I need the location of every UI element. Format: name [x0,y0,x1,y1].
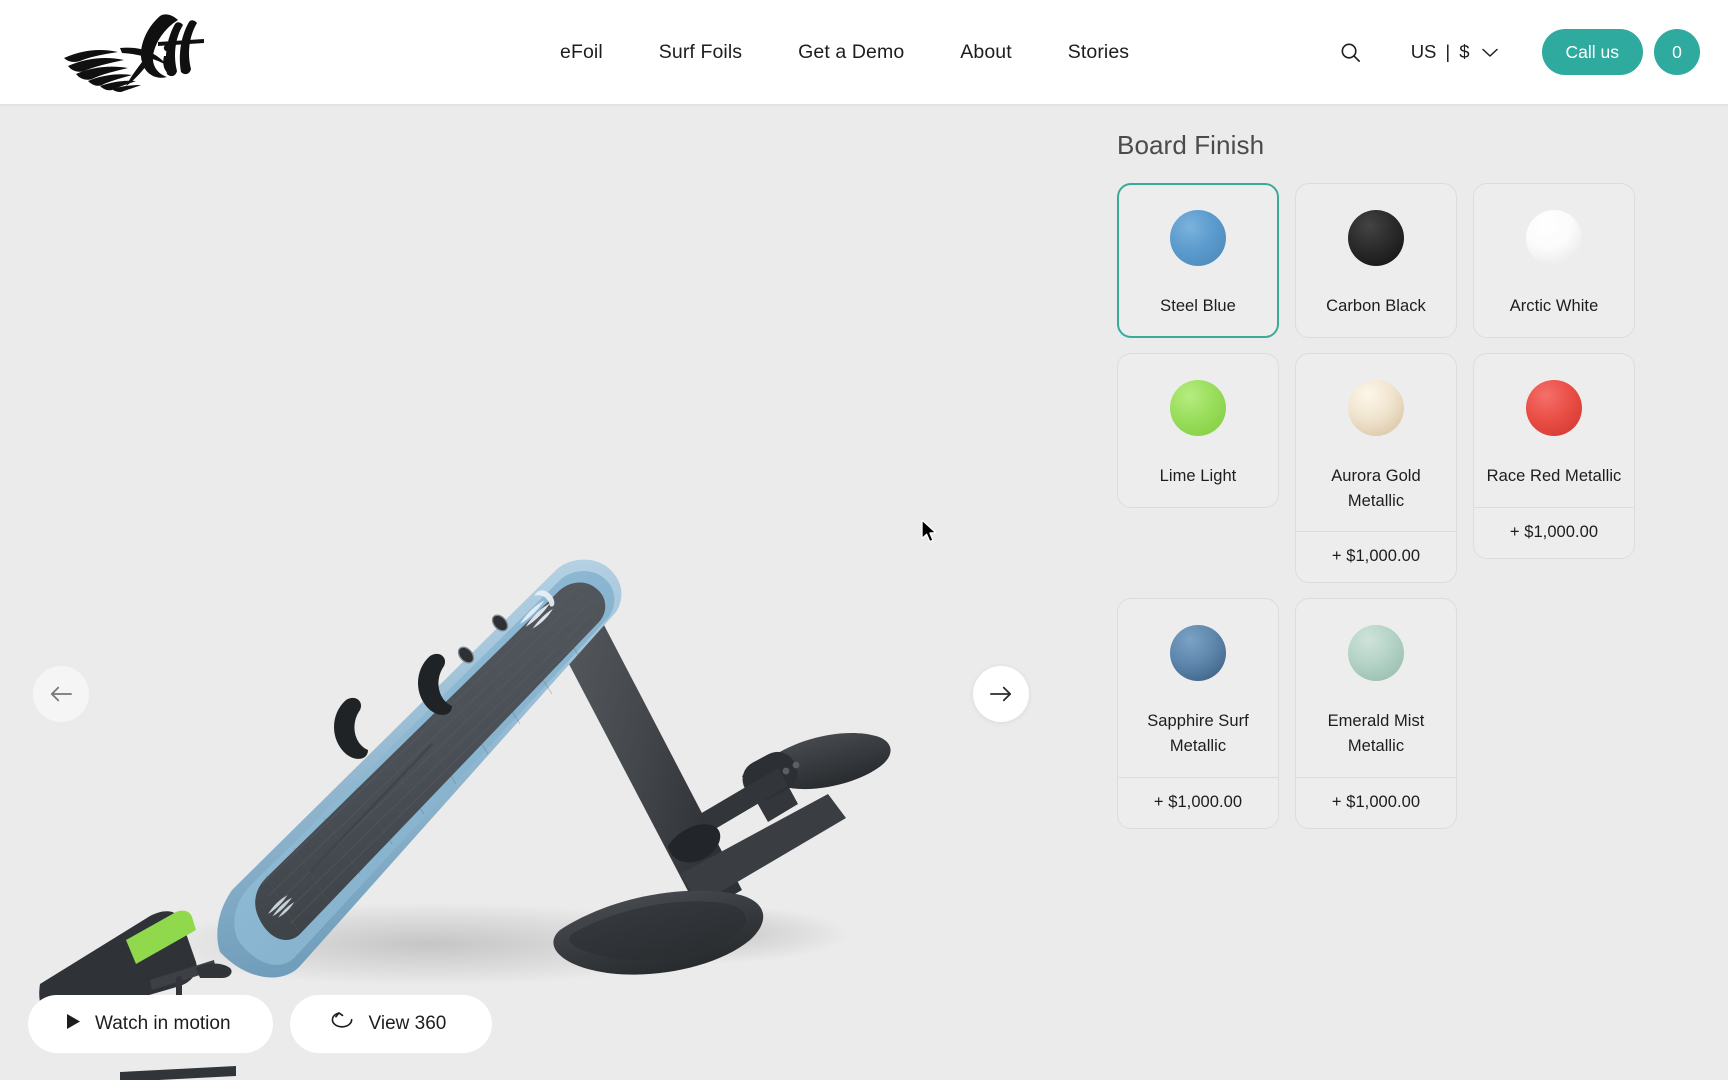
finish-swatch-wrap [1526,210,1582,266]
product-image [0,104,1080,1080]
play-icon [66,1013,81,1036]
call-us-button[interactable]: Call us [1541,29,1643,75]
finish-swatch-wrap [1348,379,1404,436]
finish-option-sapphire-surf-metallic[interactable]: Sapphire Surf Metallic + $1,000.00 [1117,598,1279,829]
rotate-360-icon [330,1011,355,1037]
header-divider [0,104,1728,107]
main-nav: eFoil Surf Foils Get a Demo About Storie… [560,0,1129,104]
finish-option-body: Steel Blue [1119,185,1277,336]
finish-option-label: Lime Light [1159,466,1237,485]
color-swatch-emerald-mist-metallic [1348,625,1404,682]
chevron-down-icon [1481,41,1498,63]
nav-link-about[interactable]: About [960,31,1011,74]
board-finish-options: Steel Blue Carbon Black Arctic White Lim… [1117,183,1637,829]
finish-option-race-red-metallic[interactable]: Race Red Metallic + $1,000.00 [1473,352,1635,559]
view-360-button[interactable]: View 360 [289,995,493,1053]
gallery-next-button[interactable] [973,666,1029,722]
color-swatch-lime-light [1170,379,1226,436]
finish-swatch-wrap [1348,625,1404,682]
finish-swatch-wrap [1348,210,1404,266]
finish-swatch-wrap [1170,625,1226,682]
site-header: eFoil Surf Foils Get a Demo About Storie… [0,0,1728,104]
finish-option-price: + $1,000.00 [1296,531,1456,582]
color-swatch-steel-blue [1170,210,1226,266]
locale-separator: | [1445,41,1451,62]
finish-option-price: + $1,000.00 [1296,776,1456,828]
color-swatch-carbon-black [1348,210,1404,266]
finish-option-price: + $1,000.00 [1474,506,1634,558]
locale-currency-selector[interactable]: US | $ [1411,41,1498,63]
nav-link-get-a-demo[interactable]: Get a Demo [798,31,904,74]
gallery-prev-button[interactable] [33,666,89,722]
finish-option-body: Sapphire Surf Metallic [1118,599,1278,777]
finish-option-body: Aurora Gold Metallic [1296,354,1456,532]
finish-option-steel-blue[interactable]: Steel Blue [1117,183,1279,338]
color-swatch-race-red-metallic [1526,379,1582,436]
color-swatch-arctic-white [1526,210,1582,266]
product-gallery: Watch in motion View 360 [0,104,1080,1080]
cart-button[interactable]: 0 [1654,29,1700,75]
gallery-actions: Watch in motion View 360 [28,995,493,1053]
finish-option-body: Emerald Mist Metallic [1296,599,1456,777]
lift-logo[interactable] [34,4,210,92]
watch-in-motion-button[interactable]: Watch in motion [28,995,273,1053]
view-360-label: View 360 [368,1013,447,1034]
finish-option-arctic-white[interactable]: Arctic White [1473,183,1635,338]
finish-option-lime-light[interactable]: Lime Light [1117,352,1279,508]
watch-in-motion-label: Watch in motion [95,1013,231,1034]
nav-link-surf-foils[interactable]: Surf Foils [659,31,742,74]
board-finish-panel: Board Finish Steel Blue Carbon Black Arc… [1080,104,1728,1080]
finish-option-body: Lime Light [1118,354,1278,507]
finish-option-label: Sapphire Surf Metallic [1147,712,1249,755]
header-actions: US | $ Call us 0 [1333,0,1700,104]
finish-swatch-wrap [1526,379,1582,436]
finish-option-price: + $1,000.00 [1118,776,1278,828]
nav-link-efoil[interactable]: eFoil [560,31,603,74]
finish-option-label: Aurora Gold Metallic [1331,466,1421,510]
product-configurator: Watch in motion View 360 Board Finish St… [0,104,1728,1080]
arrow-left-icon [50,686,72,702]
color-swatch-sapphire-surf-metallic [1170,625,1226,682]
finish-option-aurora-gold-metallic[interactable]: Aurora Gold Metallic + $1,000.00 [1295,352,1457,584]
finish-option-body: Arctic White [1474,184,1634,337]
nav-link-stories[interactable]: Stories [1068,31,1129,74]
finish-swatch-wrap [1170,210,1226,266]
finish-option-body: Carbon Black [1296,184,1456,337]
color-swatch-aurora-gold-metallic [1348,379,1404,436]
board-finish-title: Board Finish [1117,130,1265,160]
finish-option-label: Emerald Mist Metallic [1327,712,1425,755]
finish-swatch-wrap [1170,379,1226,436]
finish-option-carbon-black[interactable]: Carbon Black [1295,183,1457,338]
locale-currency: $ [1459,41,1470,62]
finish-option-label: Carbon Black [1326,297,1426,315]
finish-option-body: Race Red Metallic [1474,354,1634,507]
finish-option-label: Race Red Metallic [1486,466,1622,485]
locale-region: US [1410,41,1437,62]
finish-option-label: Steel Blue [1160,297,1236,315]
search-icon [1341,43,1361,62]
finish-option-label: Arctic White [1509,297,1599,315]
arrow-right-icon [990,686,1012,702]
search-button[interactable] [1333,34,1369,70]
finish-option-emerald-mist-metallic[interactable]: Emerald Mist Metallic + $1,000.00 [1295,598,1457,829]
lift-logo-icon [64,14,204,92]
efoil-product-illustration [39,559,891,1080]
